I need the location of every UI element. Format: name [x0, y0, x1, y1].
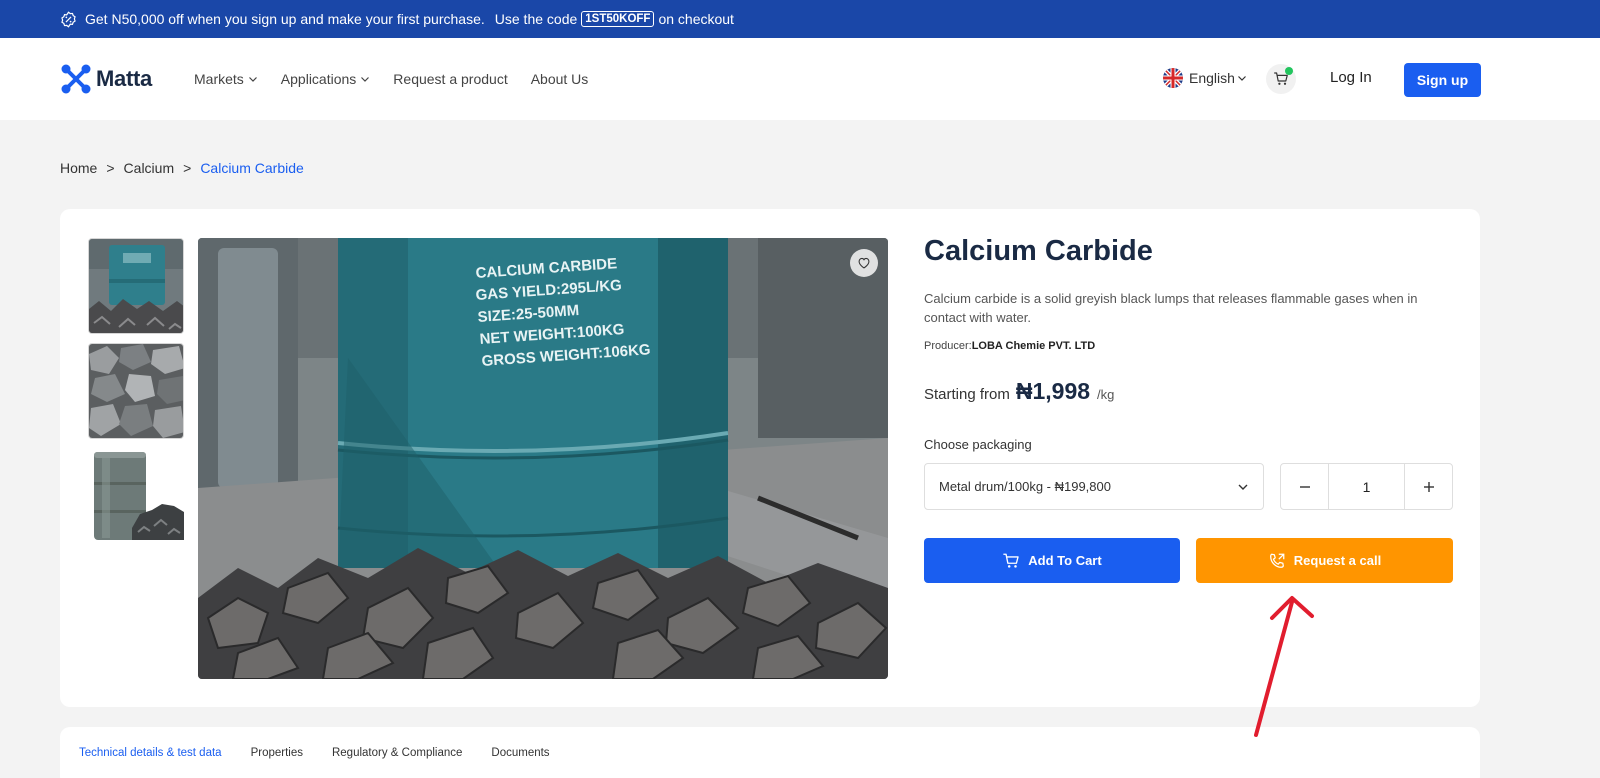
- chevron-down-icon: [1238, 484, 1248, 490]
- breadcrumb: Home > Calcium > Calcium Carbide: [60, 160, 304, 176]
- packaging-label: Choose packaging: [924, 437, 1032, 452]
- matta-logo-icon: [61, 64, 91, 94]
- product-description: Calcium carbide is a solid greyish black…: [924, 291, 1418, 325]
- nav-about-us-label: About Us: [530, 71, 589, 87]
- drum-thumbnail-image: [89, 239, 183, 333]
- nav-request-product-label: Request a product: [393, 71, 508, 87]
- thumbnail-drum-front[interactable]: [88, 238, 184, 334]
- price-block: Starting from ₦1,998 /kg: [924, 378, 1114, 405]
- add-to-cart-button[interactable]: Add To Cart: [924, 538, 1180, 583]
- nav-markets-label: Markets: [194, 71, 244, 87]
- header-cart-button[interactable]: [1266, 64, 1296, 94]
- brand-logo[interactable]: Matta: [60, 63, 152, 95]
- producer-info: Producer:LOBA Chemie PVT. LTD: [924, 340, 1095, 352]
- thumbnail-rocks[interactable]: [88, 343, 184, 439]
- brand-name: Matta: [96, 66, 152, 91]
- login-link[interactable]: Log In: [1330, 69, 1372, 86]
- price-unit: /kg: [1097, 387, 1115, 402]
- signup-button[interactable]: Sign up: [1404, 63, 1481, 97]
- request-call-button[interactable]: Request a call: [1196, 538, 1453, 583]
- language-selector[interactable]: English: [1163, 68, 1247, 88]
- tab-technical-details[interactable]: Technical details & test data: [79, 747, 222, 759]
- nav-applications[interactable]: Applications: [281, 71, 371, 87]
- nav-applications-label: Applications: [280, 71, 357, 87]
- cart-icon: [1003, 553, 1019, 568]
- breadcrumb-calcium[interactable]: Calcium: [124, 160, 175, 176]
- tab-documents[interactable]: Documents: [491, 747, 549, 759]
- increase-quantity-button[interactable]: [1405, 464, 1452, 509]
- promo-code-suffix: on checkout: [658, 11, 734, 27]
- breadcrumb-separator: >: [183, 160, 192, 176]
- drum-side-thumbnail-image: [88, 448, 184, 544]
- nav-request-product[interactable]: Request a product: [393, 71, 507, 87]
- nav-about-us[interactable]: About Us: [531, 71, 589, 87]
- producer-name: LOBA Chemie PVT. LTD: [971, 340, 1096, 352]
- decrease-quantity-button[interactable]: [1281, 464, 1328, 509]
- plus-icon: [1423, 481, 1434, 492]
- chevron-down-icon: [248, 77, 257, 82]
- product-main-image: CALCIUM CARBIDE GAS YIELD:295L/KG SIZE:2…: [198, 238, 888, 679]
- product-title: Calcium Carbide: [924, 235, 1153, 267]
- packaging-selected-value: Metal drum/100kg - ₦199,800: [939, 479, 1111, 494]
- heart-icon: [858, 257, 870, 269]
- quantity-input[interactable]: 1: [1328, 464, 1405, 509]
- tab-regulatory-compliance[interactable]: Regulatory & Compliance: [332, 747, 462, 759]
- promo-code-prefix: Use the code: [494, 11, 578, 27]
- chevron-down-icon: [361, 77, 370, 82]
- language-label: English: [1189, 70, 1235, 86]
- minus-icon: [1299, 485, 1310, 488]
- quantity-stepper: 1: [1280, 463, 1453, 510]
- calcium-carbide-drum-image: CALCIUM CARBIDE GAS YIELD:295L/KG SIZE:2…: [198, 238, 888, 679]
- price-amount: ₦1,998: [1015, 378, 1091, 404]
- promo-code: 1ST50KOFF: [581, 11, 655, 27]
- thumbnail-drum-side[interactable]: [88, 448, 184, 544]
- breadcrumb-separator: >: [106, 160, 115, 176]
- chevron-down-icon: [1237, 76, 1246, 81]
- rocks-thumbnail-image: [89, 344, 183, 438]
- favorite-button[interactable]: [850, 249, 878, 277]
- add-to-cart-label: Add To Cart: [1028, 553, 1102, 568]
- main-nav: Markets Applications Request a product A…: [194, 71, 611, 87]
- promo-text: Get N50,000 off when you sign up and mak…: [85, 11, 485, 27]
- packaging-select[interactable]: Metal drum/100kg - ₦199,800: [924, 463, 1264, 510]
- producer-label: Producer:: [924, 340, 972, 352]
- discount-badge-icon: [61, 10, 76, 28]
- breadcrumb-home[interactable]: Home: [60, 160, 97, 176]
- promo-banner: Get N50,000 off when you sign up and mak…: [0, 0, 1600, 38]
- site-header: Matta Markets Applications Request a pro…: [0, 38, 1600, 120]
- nav-markets[interactable]: Markets: [194, 71, 258, 87]
- uk-flag-icon: [1163, 68, 1183, 88]
- tab-properties[interactable]: Properties: [251, 747, 303, 759]
- price-prefix: Starting from: [924, 386, 1010, 403]
- breadcrumb-current: Calcium Carbide: [200, 160, 304, 176]
- cart-indicator-dot: [1285, 67, 1293, 75]
- details-tabs: Technical details & test data Properties…: [79, 747, 579, 759]
- request-call-label: Request a call: [1293, 553, 1382, 568]
- phone-call-icon: [1269, 553, 1285, 568]
- annotation-arrow: [1254, 596, 1314, 737]
